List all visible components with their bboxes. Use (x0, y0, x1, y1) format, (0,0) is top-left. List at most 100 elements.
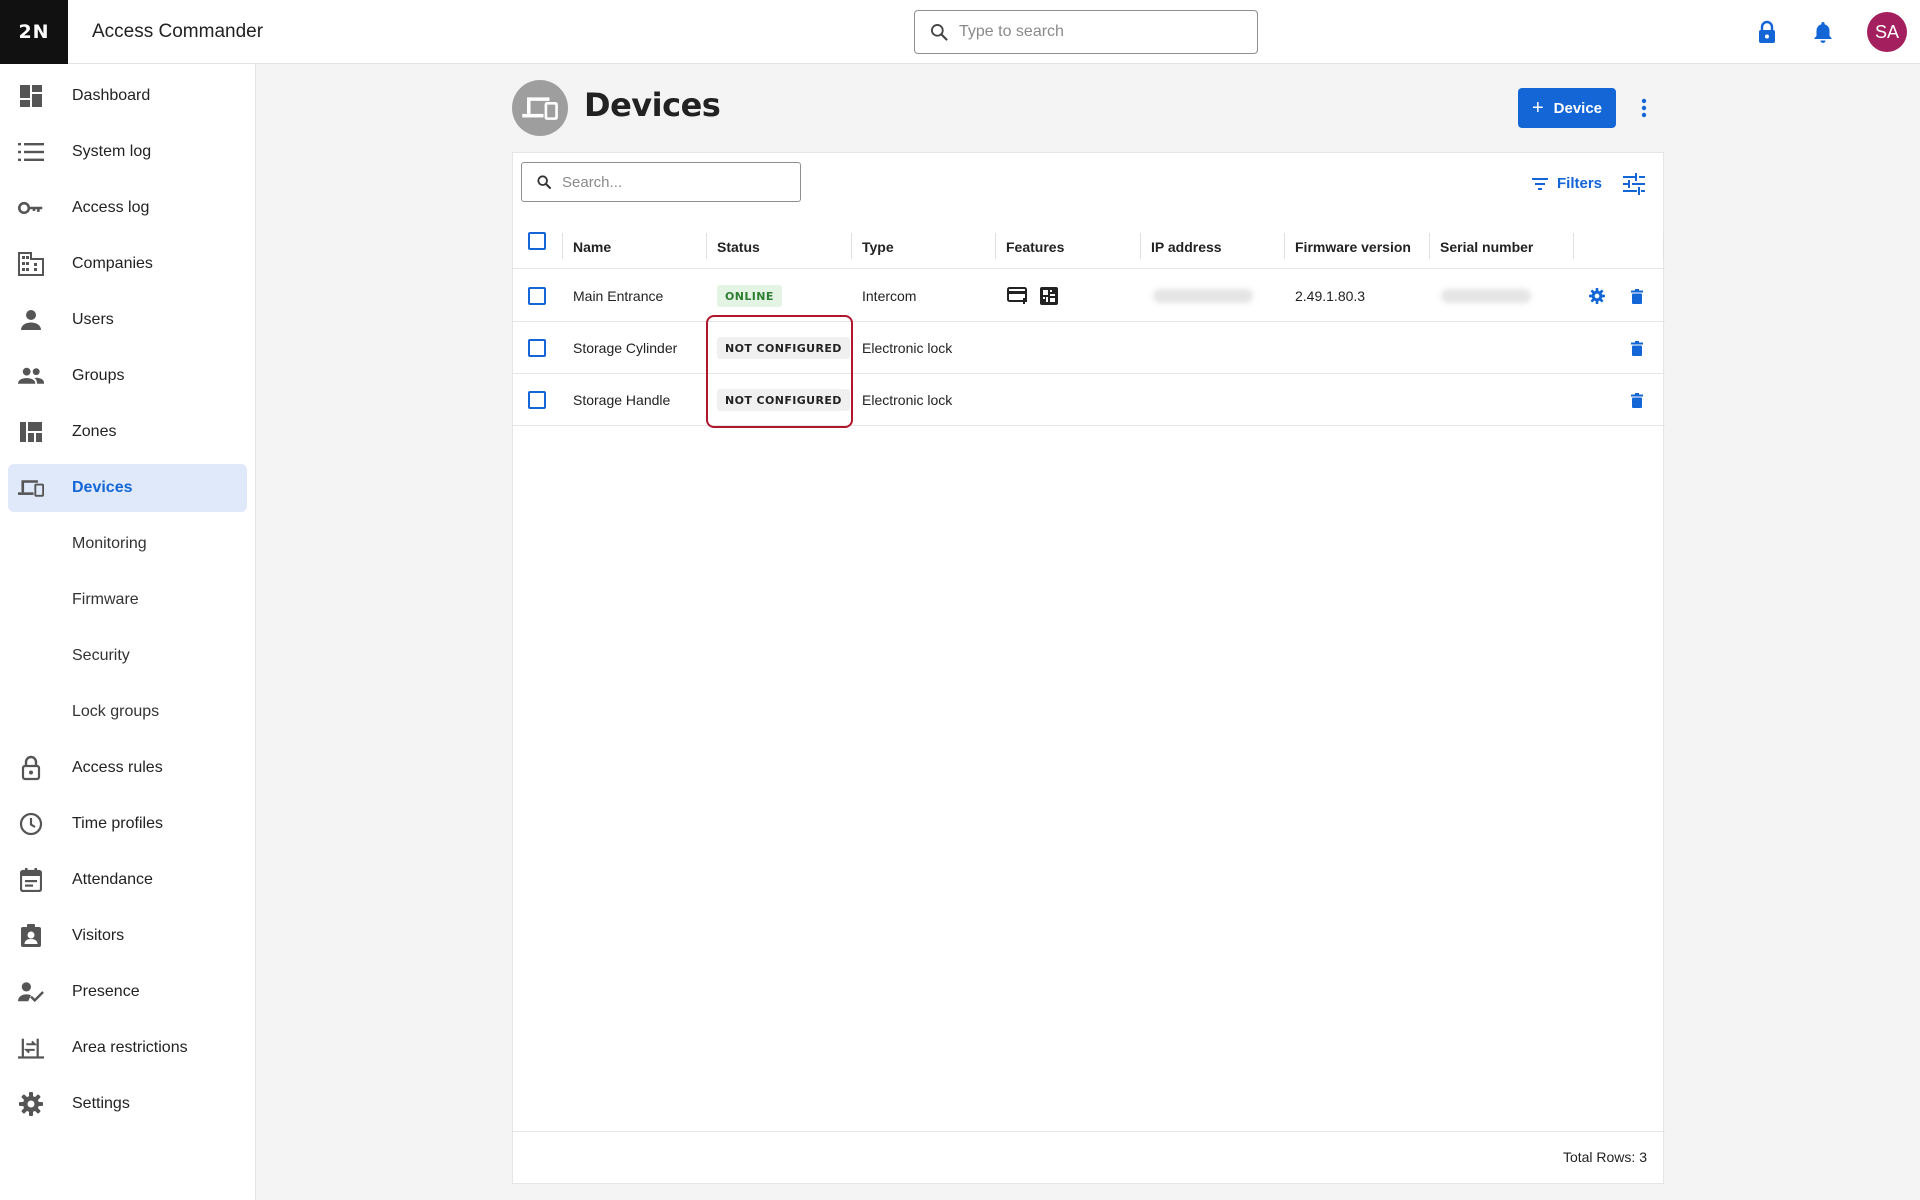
sidebar-item-presence[interactable]: Presence (8, 968, 247, 1016)
trash-icon[interactable] (1627, 390, 1647, 410)
sidebar-item-label: Settings (72, 1095, 130, 1112)
add-device-button[interactable]: + Device (1518, 88, 1616, 128)
app-title: Access Commander (92, 21, 264, 42)
device-name[interactable]: Storage Cylinder (573, 338, 677, 358)
more-options-icon[interactable] (1634, 94, 1654, 122)
user-avatar[interactable]: SA (1867, 12, 1907, 52)
list-icon (18, 140, 44, 164)
table-search[interactable] (521, 162, 801, 202)
footer-divider (513, 1131, 1665, 1132)
trash-icon[interactable] (1627, 338, 1647, 358)
column-header-firmware-version[interactable]: Firmware version (1295, 232, 1411, 262)
sidebar-item-label: Dashboard (72, 87, 151, 104)
sidebar-item-firmware[interactable]: Firmware (8, 576, 247, 624)
building-icon (18, 252, 44, 276)
device-name[interactable]: Storage Handle (573, 390, 670, 410)
row-checkbox[interactable] (528, 391, 546, 409)
device-type: Electronic lock (862, 392, 953, 408)
global-search[interactable] (914, 10, 1258, 54)
column-header-name[interactable]: Name (573, 232, 611, 262)
filter-icon (1532, 177, 1548, 190)
sidebar-item-lock-groups[interactable]: Lock groups (8, 688, 247, 736)
column-header-status[interactable]: Status (717, 232, 760, 262)
search-icon (537, 175, 551, 189)
sidebar-item-label: Zones (72, 423, 117, 440)
area-restrictions-icon (18, 1036, 44, 1060)
sidebar-item-visitors[interactable]: Visitors (8, 912, 247, 960)
bell-icon[interactable] (1810, 19, 1836, 45)
filters-label: Filters (1557, 175, 1603, 192)
table-search-input[interactable] (562, 173, 792, 191)
column-separator (706, 233, 707, 259)
sidebar-item-users[interactable]: Users (8, 296, 247, 344)
lock-icon[interactable] (1754, 19, 1780, 45)
sidebar-item-attendance[interactable]: Attendance (8, 856, 247, 904)
sidebar-item-system-log[interactable]: System log (8, 128, 247, 176)
device-type: Electronic lock (862, 340, 953, 356)
row-divider (513, 425, 1665, 426)
sidebar-item-settings[interactable]: Settings (8, 1080, 247, 1128)
sidebar-item-companies[interactable]: Companies (8, 240, 247, 288)
column-separator (562, 233, 563, 259)
sidebar-item-time-profiles[interactable]: Time profiles (8, 800, 247, 848)
sidebar-item-label: Presence (72, 983, 140, 1000)
column-separator (1429, 233, 1430, 259)
sidebar-item-label: Access log (72, 199, 150, 216)
keypad-icon (1040, 287, 1058, 305)
card-reader-icon (1007, 287, 1029, 305)
gear-icon (18, 1092, 44, 1116)
sidebar-item-dashboard[interactable]: Dashboard (8, 72, 247, 120)
global-search-input[interactable] (959, 23, 1239, 41)
sidebar-item-label: Visitors (72, 927, 125, 944)
gear-icon[interactable] (1587, 286, 1607, 306)
sidebar-item-access-rules[interactable]: Access rules (8, 744, 247, 792)
column-separator (1663, 233, 1664, 259)
filters-button[interactable]: Filters (1531, 175, 1602, 192)
sidebar-item-area-restrictions[interactable]: Area restrictions (8, 1024, 247, 1072)
select-all-checkbox[interactable] (528, 232, 546, 250)
header-divider (513, 268, 1665, 269)
sidebar-item-zones[interactable]: Zones (8, 408, 247, 456)
app-logo[interactable]: 2N (0, 0, 68, 64)
column-header-features[interactable]: Features (1006, 232, 1064, 262)
firmware-version: 2.49.1.80.3 (1295, 288, 1366, 304)
presence-icon (18, 980, 44, 1004)
row-checkbox[interactable] (528, 339, 546, 357)
row-checkbox[interactable] (528, 287, 546, 305)
plus-icon: + (1531, 97, 1544, 119)
status-highlight-annotation (706, 315, 853, 428)
column-settings-icon[interactable] (1623, 173, 1647, 197)
sidebar-item-security[interactable]: Security (8, 632, 247, 680)
group-icon (18, 364, 44, 388)
column-separator (1573, 233, 1574, 259)
status-badge: ONLINE (717, 285, 782, 307)
column-header-serial-number[interactable]: Serial number (1440, 232, 1533, 262)
calendar-icon (18, 868, 44, 892)
sidebar-item-groups[interactable]: Groups (8, 352, 247, 400)
sidebar-item-monitoring[interactable]: Monitoring (8, 520, 247, 568)
device-type: Intercom (862, 288, 917, 304)
total-rows: Total Rows: 3 (1562, 1149, 1647, 1165)
sidebar-item-label: Monitoring (72, 535, 147, 552)
row-divider (513, 373, 1665, 374)
key-icon (18, 196, 44, 220)
column-separator (1284, 233, 1285, 259)
clock-icon (18, 812, 44, 836)
serial-number-redacted (1441, 289, 1531, 303)
user-icon (18, 308, 44, 332)
device-name[interactable]: Main Entrance (573, 286, 663, 306)
sidebar-item-access-log[interactable]: Access log (8, 184, 247, 232)
sidebar-item-label: Security (72, 647, 130, 664)
trash-icon[interactable] (1627, 286, 1647, 306)
sidebar-item-label: Companies (72, 255, 153, 272)
sidebar-item-devices[interactable]: Devices (8, 464, 247, 512)
sidebar-item-label: System log (72, 143, 152, 160)
visitor-badge-icon (18, 924, 44, 948)
column-header-ip-address[interactable]: IP address (1151, 232, 1222, 262)
sidebar-item-label: Time profiles (72, 815, 163, 832)
sidebar-item-label: Lock groups (72, 703, 160, 720)
column-header-type[interactable]: Type (862, 232, 894, 262)
search-icon (931, 24, 948, 41)
column-separator (851, 233, 852, 259)
devices-icon (18, 476, 44, 500)
